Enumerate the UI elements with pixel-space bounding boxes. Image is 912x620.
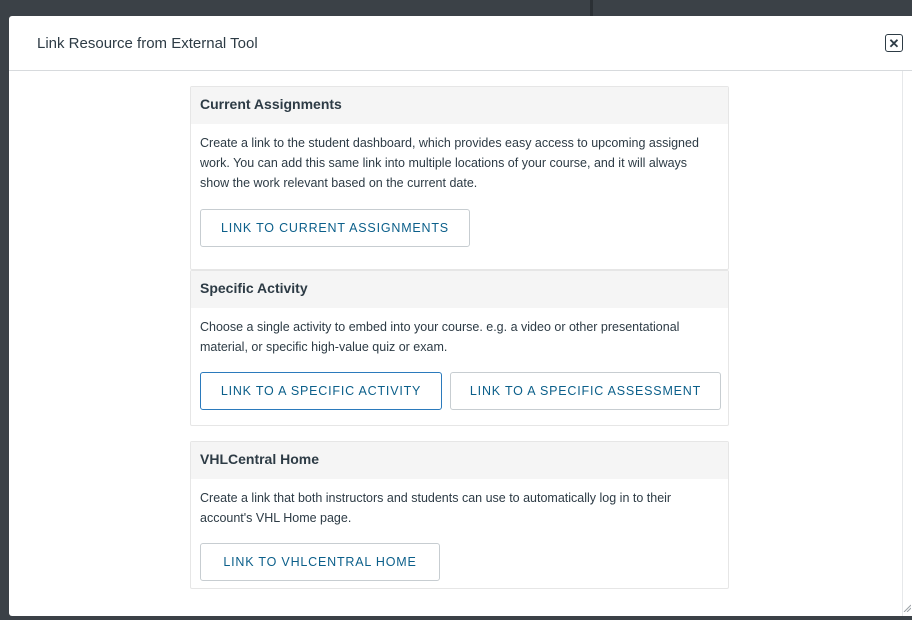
link-specific-assessment-button[interactable]: LINK TO A SPECIFIC ASSESSMENT: [450, 372, 721, 410]
card-actions: LINK TO CURRENT ASSIGNMENTS: [191, 209, 479, 247]
link-current-assignments-button[interactable]: LINK TO CURRENT ASSIGNMENTS: [200, 209, 470, 247]
link-specific-activity-button[interactable]: LINK TO A SPECIFIC ACTIVITY: [200, 372, 442, 410]
modal-header: Link Resource from External Tool ✕: [9, 16, 912, 71]
resize-grip-icon[interactable]: [903, 604, 911, 612]
card-actions: LINK TO A SPECIFIC ACTIVITY LINK TO A SP…: [191, 372, 730, 410]
card-description: Create a link that both instructors and …: [200, 491, 672, 525]
card-description: Choose a single activity to embed into y…: [200, 320, 680, 354]
card-title: Current Assignments: [191, 87, 728, 124]
modal-title: Link Resource from External Tool: [37, 35, 258, 52]
card-actions: LINK TO VHLCENTRAL HOME: [191, 543, 449, 581]
card-vhlcentral-home: VHLCentral Home Create a link that both …: [190, 441, 729, 589]
backdrop-divider: [590, 0, 593, 16]
card-current-assignments: Current Assignments Create a link to the…: [190, 86, 729, 270]
close-icon: ✕: [888, 35, 900, 51]
card-specific-activity: Specific Activity Choose a single activi…: [190, 270, 729, 426]
card-description: Create a link to the student dashboard, …: [200, 136, 699, 190]
card-title: VHLCentral Home: [191, 442, 728, 479]
link-resource-modal: Link Resource from External Tool ✕ Curre…: [9, 16, 912, 616]
close-button[interactable]: ✕: [885, 34, 903, 52]
card-title: Specific Activity: [191, 271, 728, 308]
scrollbar[interactable]: [902, 71, 912, 616]
modal-body: Current Assignments Create a link to the…: [9, 71, 912, 616]
link-vhlcentral-home-button[interactable]: LINK TO VHLCENTRAL HOME: [200, 543, 440, 581]
